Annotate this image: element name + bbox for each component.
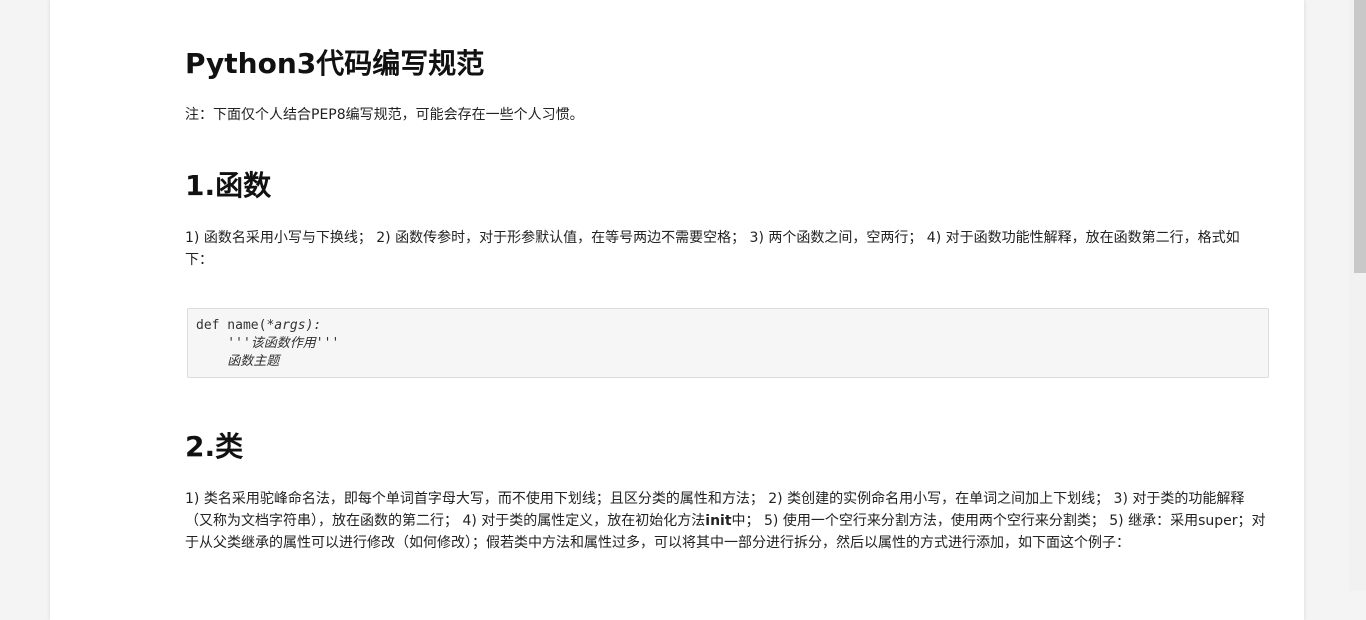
code-def: def name( — [196, 318, 267, 333]
code-line: '''该函数作用''' — [196, 336, 340, 351]
section-paragraph-classes: 1) 类名采用驼峰命名法，即每个单词首字母大写，而不使用下划线；且区分类的属性和… — [185, 488, 1270, 554]
code-block[interactable]: def name(*args): '''该函数作用''' 函数主题 — [187, 308, 1269, 378]
code-args: *args): — [266, 318, 322, 333]
article-card: Python3代码编写规范 注：下面仅个人结合PEP8编写规范，可能会存在一些个… — [50, 0, 1304, 620]
code-line: def name(*args): — [196, 317, 1260, 335]
init-keyword: init — [705, 513, 732, 529]
code-line: 函数主题 — [196, 354, 280, 369]
section-paragraph-functions: 1) 函数名采用小写与下换线； 2) 函数传参时，对于形参默认值，在等号两边不需… — [185, 230, 1240, 268]
section-heading-functions: 1.函数 — [185, 169, 272, 202]
page-title: Python3代码编写规范 — [185, 47, 485, 80]
intro-note: 注：下面仅个人结合PEP8编写规范，可能会存在一些个人习惯。 — [185, 107, 584, 123]
section-heading-classes: 2.类 — [185, 430, 244, 463]
scrollbar-thumb[interactable] — [1354, 0, 1366, 273]
